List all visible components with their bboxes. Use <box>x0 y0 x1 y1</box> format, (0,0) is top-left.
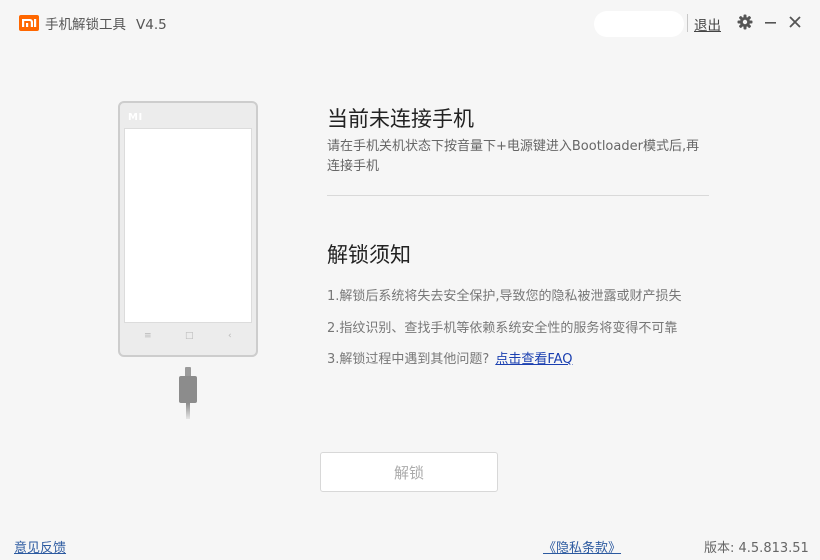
notice-item-text: 3.解锁过程中遇到其他问题? <box>327 352 490 367</box>
app-version: V4.5 <box>136 17 167 33</box>
privacy-policy-link[interactable]: 《隐私条款》 <box>543 537 621 556</box>
section-divider <box>327 195 709 196</box>
close-icon[interactable] <box>786 13 804 31</box>
unlock-button[interactable]: 解锁 <box>320 452 498 492</box>
phone-brand-mark: MI <box>128 112 143 123</box>
version-label: 版本: 4.5.813.51 <box>704 541 809 556</box>
notice-item: 3.解锁过程中遇到其他问题? 点击查看FAQ <box>327 348 573 367</box>
title-bar: 手机解锁工具 V4.5 退出 <box>0 0 820 44</box>
logout-link[interactable]: 退出 <box>694 14 721 34</box>
usb-cable-wire <box>186 403 190 419</box>
unlock-notice-heading: 解锁须知 <box>327 243 411 267</box>
faq-link[interactable]: 点击查看FAQ <box>495 352 572 367</box>
phone-home-key-icon: □ <box>185 331 194 341</box>
minimize-icon[interactable] <box>762 13 780 31</box>
gear-icon[interactable] <box>736 13 754 31</box>
user-account-redacted <box>594 11 684 37</box>
connection-instructions: 请在手机关机状态下按音量下+电源键进入Bootloader模式后,再连接手机 <box>327 139 700 174</box>
phone-illustration: MI ≡ □ ‹ <box>118 101 258 357</box>
app-title: 手机解锁工具 V4.5 <box>45 13 167 33</box>
notice-item: 1.解锁后系统将失去安全保护,导致您的隐私被泄露或财产损失 <box>327 289 682 304</box>
usb-cable-icon <box>179 376 197 403</box>
phone-menu-key-icon: ≡ <box>144 331 152 341</box>
app-name: 手机解锁工具 <box>45 17 126 33</box>
phone-screen <box>124 128 252 323</box>
mi-logo-icon <box>19 15 39 31</box>
feedback-link[interactable]: 意见反馈 <box>14 537 66 556</box>
phone-back-key-icon: ‹ <box>228 331 232 341</box>
titlebar-divider <box>687 14 688 32</box>
connection-status-heading: 当前未连接手机 <box>327 107 474 131</box>
notice-item: 2.指纹识别、查找手机等依赖系统安全性的服务将变得不可靠 <box>327 321 678 336</box>
